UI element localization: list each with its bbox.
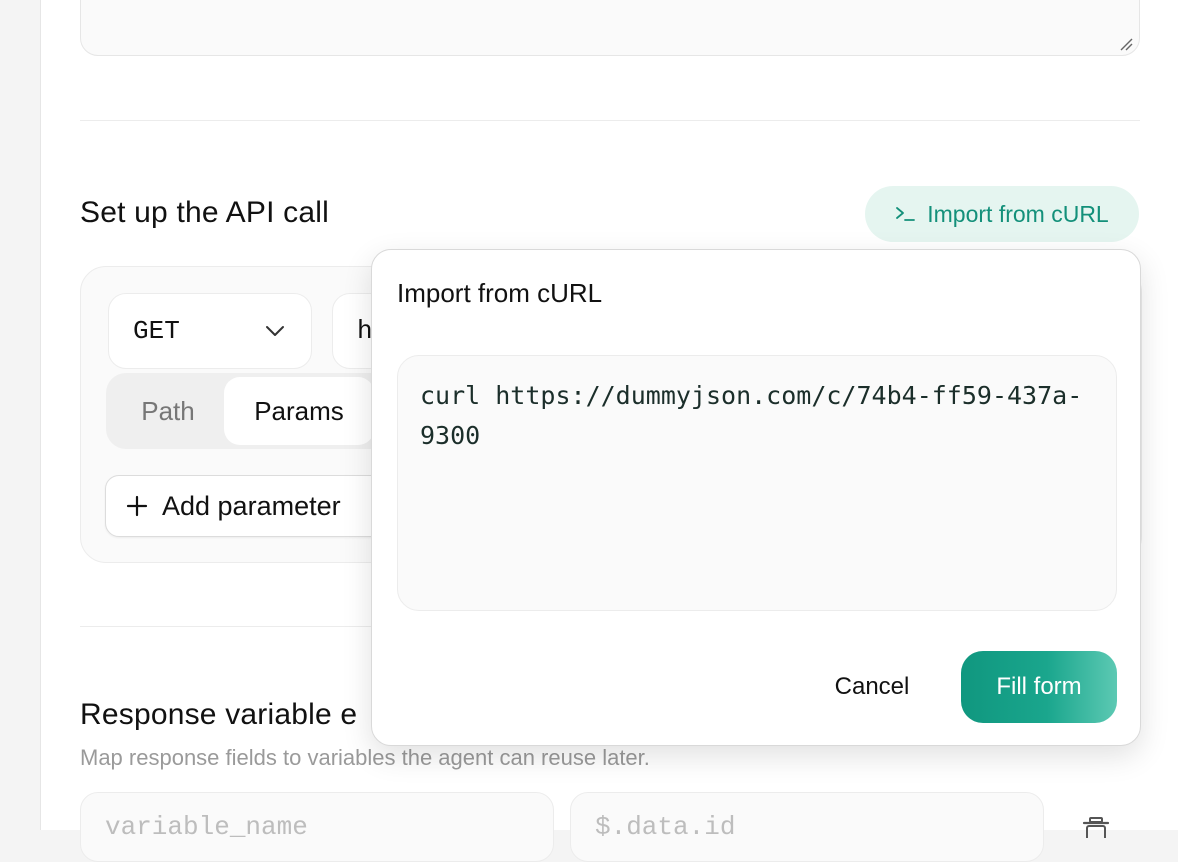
tab-params[interactable]: Params bbox=[224, 377, 374, 445]
import-curl-label: Import from cURL bbox=[927, 200, 1109, 227]
method-value: GET bbox=[133, 316, 180, 346]
response-section-subtitle: Map response fields to variables the age… bbox=[80, 745, 650, 770]
method-select[interactable]: GET bbox=[108, 293, 312, 369]
trash-icon[interactable] bbox=[1080, 814, 1112, 838]
import-curl-button[interactable]: Import from cURL bbox=[865, 186, 1139, 242]
cancel-button[interactable]: Cancel bbox=[812, 652, 932, 722]
variable-name-input[interactable] bbox=[80, 792, 554, 862]
popover-title: Import from cURL bbox=[397, 278, 603, 308]
resize-grip-icon[interactable] bbox=[1119, 37, 1133, 51]
json-path-input[interactable] bbox=[570, 792, 1044, 862]
fill-form-button[interactable]: Fill form bbox=[961, 651, 1117, 723]
terminal-prompt-icon bbox=[896, 207, 916, 221]
plus-icon bbox=[126, 495, 148, 517]
add-parameter-label: Add parameter bbox=[162, 490, 341, 521]
chevron-down-icon bbox=[266, 326, 284, 336]
import-curl-popover: Import from cURL curl https://dummyjson.… bbox=[371, 249, 1141, 746]
tab-path[interactable]: Path bbox=[112, 377, 224, 445]
response-section-title: Response variable e bbox=[80, 698, 358, 731]
description-textarea[interactable] bbox=[80, 0, 1140, 56]
api-section-title: Set up the API call bbox=[80, 196, 329, 229]
curl-command-input[interactable]: curl https://dummyjson.com/c/74b4-ff59-4… bbox=[397, 355, 1117, 611]
section-divider bbox=[80, 120, 1140, 121]
